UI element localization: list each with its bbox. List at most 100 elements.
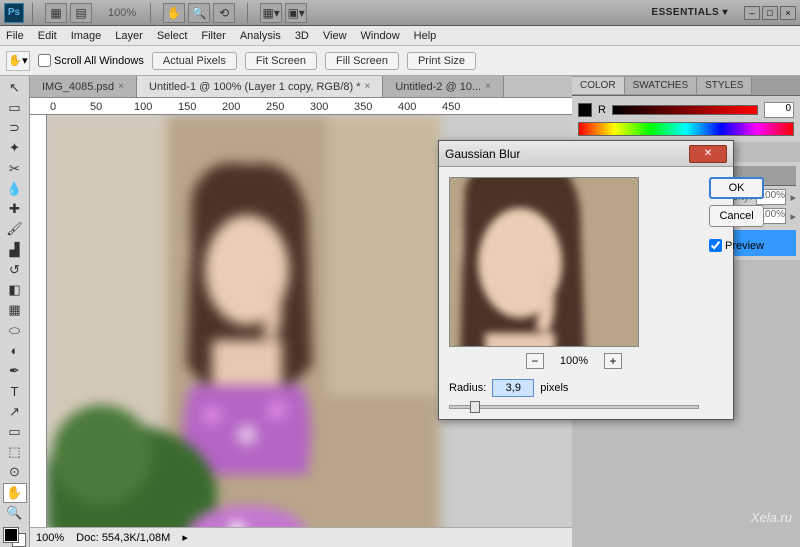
marquee-tool-icon[interactable]: ▭ xyxy=(3,98,27,117)
close-icon[interactable]: × xyxy=(485,81,491,92)
status-bar: 100% Doc: 554,3K/1,08M ▸ xyxy=(30,527,572,547)
wand-tool-icon[interactable]: ✦ xyxy=(3,139,27,158)
rotate-view-icon[interactable]: ⟲ xyxy=(213,3,235,23)
menu-select[interactable]: Select xyxy=(157,30,188,42)
hand-tool-icon[interactable]: ✋▾ xyxy=(6,51,30,71)
dialog-close-button[interactable]: ✕ xyxy=(689,145,727,163)
fg-swatch[interactable] xyxy=(578,103,592,117)
fit-screen-button[interactable]: Fit Screen xyxy=(245,52,317,70)
ruler-vertical[interactable] xyxy=(30,115,47,527)
r-value[interactable]: 0 xyxy=(764,102,794,118)
zoom-icon[interactable]: 🔍 xyxy=(188,3,210,23)
eyedropper-tool-icon[interactable]: 💧 xyxy=(3,179,27,198)
minimize-button[interactable]: – xyxy=(744,6,760,20)
slider-thumb[interactable] xyxy=(470,401,480,413)
doc-tab[interactable]: IMG_4085.psd × xyxy=(30,76,137,97)
3d-camera-icon[interactable]: ⊙ xyxy=(3,463,27,482)
path-tool-icon[interactable]: ↗ xyxy=(3,402,27,421)
move-tool-icon[interactable]: ↖ xyxy=(3,78,27,97)
brush-tool-icon[interactable]: 🖌 xyxy=(3,220,27,239)
doc-tab-label: Untitled-1 @ 100% (Layer 1 copy, RGB/8) … xyxy=(149,81,361,93)
ruler-mark: 300 xyxy=(310,101,328,113)
menu-file[interactable]: File xyxy=(6,30,24,42)
crop-tool-icon[interactable]: ✂ xyxy=(3,159,27,178)
stamp-tool-icon[interactable]: ▟ xyxy=(3,240,27,259)
doc-tab[interactable]: Untitled-2 @ 10...× xyxy=(383,76,504,97)
menu-filter[interactable]: Filter xyxy=(201,30,225,42)
color-tab[interactable]: COLOR xyxy=(572,77,625,94)
styles-tab[interactable]: STYLES xyxy=(697,77,752,94)
preview-image[interactable] xyxy=(449,177,639,347)
screen-mode-icon[interactable]: ▣▾ xyxy=(285,3,307,23)
actual-pixels-button[interactable]: Actual Pixels xyxy=(152,52,237,70)
history-brush-icon[interactable]: ↺ xyxy=(3,260,27,279)
eraser-tool-icon[interactable]: ◧ xyxy=(3,281,27,300)
scroll-all-checkbox[interactable]: Scroll All Windows xyxy=(38,54,144,67)
mini-bridge-icon[interactable]: ▤ xyxy=(70,3,92,23)
fill-screen-button[interactable]: Fill Screen xyxy=(325,52,399,70)
chevron-right-icon[interactable]: ▸ xyxy=(790,210,796,223)
arrange-docs-icon[interactable]: ▦▾ xyxy=(260,3,282,23)
preview-zoom: 100% xyxy=(560,355,588,367)
bridge-icon[interactable]: ▦ xyxy=(45,3,67,23)
menu-window[interactable]: Window xyxy=(361,30,400,42)
hand-icon[interactable]: ✋ xyxy=(163,3,185,23)
pen-tool-icon[interactable]: ✒ xyxy=(3,362,27,381)
menu-view[interactable]: View xyxy=(323,30,347,42)
close-icon[interactable]: × xyxy=(365,81,371,92)
doc-tab[interactable]: Untitled-1 @ 100% (Layer 1 copy, RGB/8) … xyxy=(137,76,383,97)
dialog-title: Gaussian Blur xyxy=(445,147,689,161)
radius-slider[interactable] xyxy=(449,405,699,409)
menu-layer[interactable]: Layer xyxy=(115,30,143,42)
ruler-mark: 250 xyxy=(266,101,284,113)
close-icon[interactable]: × xyxy=(118,81,124,92)
lasso-tool-icon[interactable]: ⊃ xyxy=(3,119,27,138)
dialog-titlebar[interactable]: Gaussian Blur ✕ xyxy=(439,141,733,167)
type-tool-icon[interactable]: T xyxy=(3,382,27,401)
healing-tool-icon[interactable]: ✚ xyxy=(3,200,27,219)
print-size-button[interactable]: Print Size xyxy=(407,52,476,70)
preview-label: Preview xyxy=(725,240,764,252)
divider xyxy=(247,3,248,23)
workspace-switcher[interactable]: ESSENTIALS ▾ xyxy=(651,7,738,18)
color-swatch[interactable] xyxy=(4,528,26,547)
menu-edit[interactable]: Edit xyxy=(38,30,57,42)
r-label: R xyxy=(598,104,606,116)
divider xyxy=(150,3,151,23)
blur-tool-icon[interactable]: ⬭ xyxy=(3,321,27,340)
menu-analysis[interactable]: Analysis xyxy=(240,30,281,42)
color-panel: R 0 xyxy=(572,96,800,142)
chevron-right-icon[interactable]: ▸ xyxy=(182,531,188,544)
ruler-mark: 0 xyxy=(50,101,56,113)
3d-tool-icon[interactable]: ⬚ xyxy=(3,443,27,462)
ruler-horizontal[interactable]: 0 50 100 150 200 250 300 350 400 450 xyxy=(30,98,572,115)
menu-3d[interactable]: 3D xyxy=(295,30,309,42)
maximize-button[interactable]: □ xyxy=(762,6,778,20)
shape-tool-icon[interactable]: ▭ xyxy=(3,422,27,441)
doc-tab-label: IMG_4085.psd xyxy=(42,81,114,93)
ruler-mark: 400 xyxy=(398,101,416,113)
menu-help[interactable]: Help xyxy=(414,30,437,42)
ok-button[interactable]: OK xyxy=(709,177,764,199)
menu-image[interactable]: Image xyxy=(71,30,102,42)
radius-input[interactable] xyxy=(492,379,534,397)
zoom-out-button[interactable]: − xyxy=(526,353,544,369)
color-ramp[interactable] xyxy=(578,122,794,136)
hand-tool-icon[interactable]: ✋ xyxy=(3,483,27,503)
doc-info[interactable]: Doc: 554,3K/1,08M xyxy=(76,532,170,544)
foreground-color-swatch[interactable] xyxy=(4,528,18,542)
zoom-tool-icon[interactable]: 🔍 xyxy=(3,504,27,523)
zoom-level[interactable]: 100% xyxy=(102,7,142,19)
close-button[interactable]: × xyxy=(780,6,796,20)
zoom-status[interactable]: 100% xyxy=(36,532,64,544)
dodge-tool-icon[interactable]: ◐ xyxy=(3,341,27,360)
gradient-tool-icon[interactable]: ▦ xyxy=(3,301,27,320)
cancel-button[interactable]: Cancel xyxy=(709,205,764,227)
r-slider[interactable] xyxy=(612,105,758,115)
swatches-tab[interactable]: SWATCHES xyxy=(625,77,698,94)
tool-panel: ↖ ▭ ⊃ ✦ ✂ 💧 ✚ 🖌 ▟ ↺ ◧ ▦ ⬭ ◐ ✒ T ↗ ▭ ⬚ ⊙ … xyxy=(0,76,30,547)
chevron-right-icon[interactable]: ▸ xyxy=(790,191,796,204)
zoom-in-button[interactable]: + xyxy=(604,353,622,369)
gaussian-blur-dialog: Gaussian Blur ✕ − xyxy=(438,140,734,420)
preview-checkbox[interactable]: Preview xyxy=(709,239,764,252)
